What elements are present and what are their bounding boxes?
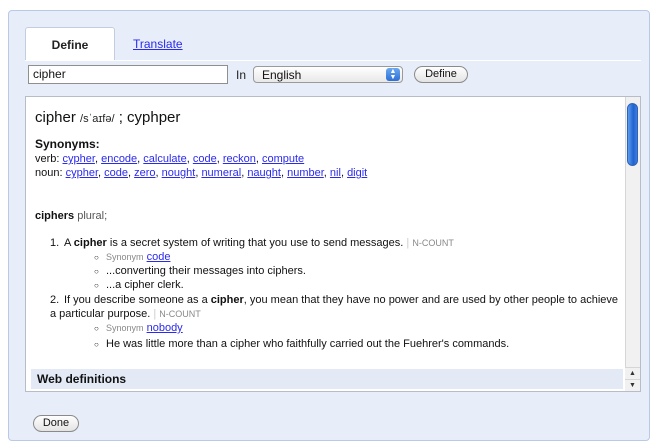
scroll-down-icon[interactable]: ▼ xyxy=(625,379,640,391)
synonyms-heading: Synonyms: xyxy=(35,137,100,151)
scrollbar[interactable]: ▲ ▼ xyxy=(625,97,640,391)
sense-1: 1. A cipher is a secret system of writing… xyxy=(50,236,620,250)
define-button[interactable]: Define xyxy=(414,66,468,83)
plural-form-line: ciphers plural; xyxy=(35,210,107,222)
language-label: In xyxy=(236,68,247,82)
plural-word: ciphers xyxy=(35,210,75,222)
sense-keyword: cipher xyxy=(210,294,244,306)
synonym-link[interactable]: zero xyxy=(134,167,155,179)
synonym-link[interactable]: naught xyxy=(247,167,281,179)
sense-2-synonym: ○ Synonym nobody xyxy=(94,322,183,334)
synonym-link[interactable]: compute xyxy=(262,153,304,165)
example-text: ...converting their messages into cipher… xyxy=(106,265,306,277)
sense-number: 2. xyxy=(50,294,60,306)
language-selected-value: English xyxy=(262,68,302,82)
noun-label: noun: xyxy=(35,167,63,179)
bullet-icon: ○ xyxy=(94,340,99,349)
synonym-link[interactable]: nil xyxy=(330,167,341,179)
synonym-link[interactable]: nought xyxy=(162,167,196,179)
done-button[interactable]: Done xyxy=(33,415,79,432)
sense-text: A xyxy=(64,237,74,249)
synonym-link[interactable]: cypher xyxy=(63,153,95,165)
synonym-label: Synonym xyxy=(106,252,144,262)
search-input[interactable]: cipher xyxy=(28,65,228,84)
synonym-link[interactable]: digit xyxy=(347,167,367,179)
synonym-link[interactable]: reckon xyxy=(223,153,256,165)
verb-label: verb: xyxy=(35,153,60,165)
bullet-icon: ○ xyxy=(94,267,99,276)
synonym-link[interactable]: number xyxy=(287,167,324,179)
scroll-up-icon[interactable]: ▲ xyxy=(625,367,640,379)
example-text: ...a cipher clerk. xyxy=(106,279,184,291)
scrollbar-thumb[interactable] xyxy=(627,103,638,166)
pronunciation: /sˈaɪfə/ xyxy=(80,113,115,125)
sense-number: 1. xyxy=(50,237,60,249)
sense-text: is a secret system of writing that you u… xyxy=(106,237,404,249)
tab-define[interactable]: Define xyxy=(25,27,115,61)
alternate-spelling: ; cyphper xyxy=(118,109,181,126)
separator: | xyxy=(406,237,410,249)
bullet-icon: ○ xyxy=(94,253,99,262)
sense-text: If you describe someone as a xyxy=(64,294,211,306)
chevron-updown-icon: ▲ ▼ xyxy=(386,68,400,81)
synonym-link[interactable]: code xyxy=(147,251,171,263)
bullet-icon: ○ xyxy=(94,281,99,290)
synonym-link[interactable]: encode xyxy=(101,153,137,165)
sense-keyword: cipher xyxy=(73,237,107,249)
grammar-tag: N-COUNT xyxy=(412,238,454,248)
grammar-tag: N-COUNT xyxy=(159,309,201,319)
web-definitions-header[interactable]: Web definitions xyxy=(31,369,623,389)
headword: cipher xyxy=(35,109,76,126)
synonym-link[interactable]: code xyxy=(104,167,128,179)
verb-synonyms: verb: cypher, encode, calculate, code, r… xyxy=(35,153,305,165)
tab-translate[interactable]: Translate xyxy=(133,37,183,51)
language-select[interactable]: English ▲ ▼ xyxy=(253,66,403,83)
synonym-link[interactable]: cypher xyxy=(66,167,98,179)
sense-1-example: ○ ...a cipher clerk. xyxy=(94,279,184,291)
tab-divider xyxy=(25,60,641,61)
sense-1-synonym: ○ Synonym code xyxy=(94,251,170,263)
sense-2: 2. If you describe someone as a cipher, y… xyxy=(50,293,620,321)
noun-synonyms: noun: cypher, code, zero, nought, numera… xyxy=(35,167,368,179)
bullet-icon: ○ xyxy=(94,324,99,333)
synonym-link[interactable]: calculate xyxy=(143,153,186,165)
headword-line: cipher /sˈaɪfə/ ; cyphper xyxy=(35,109,180,126)
synonym-link[interactable]: code xyxy=(193,153,217,165)
plural-label: plural; xyxy=(77,210,108,222)
sense-1-example: ○ ...converting their messages into ciphe… xyxy=(94,265,306,277)
synonym-label: Synonym xyxy=(106,323,144,333)
synonym-link[interactable]: numeral xyxy=(201,167,241,179)
definition-panel: cipher /sˈaɪfə/ ; cyphper Synonyms: verb… xyxy=(25,96,641,392)
separator: | xyxy=(153,308,157,320)
sense-2-example: ○ He was little more than a cipher who fa… xyxy=(94,338,509,350)
synonym-link[interactable]: nobody xyxy=(147,322,183,334)
example-text: He was little more than a cipher who fai… xyxy=(106,338,510,350)
